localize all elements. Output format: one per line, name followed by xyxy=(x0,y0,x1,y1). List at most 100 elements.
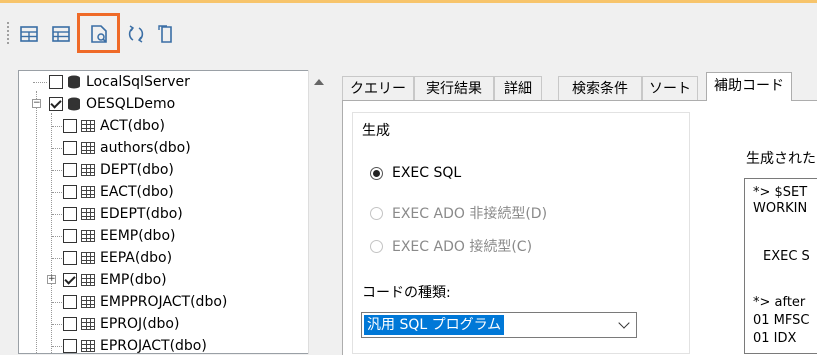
radio-exec-sql[interactable]: EXEC SQL xyxy=(370,163,461,183)
tree-line xyxy=(52,126,62,127)
tree-checkbox[interactable] xyxy=(63,207,77,221)
tree-checkbox[interactable] xyxy=(63,141,77,155)
tree-item-label: LocalSqlServer xyxy=(86,74,190,90)
toolbar-grip[interactable] xyxy=(6,21,10,45)
tab-query[interactable]: クエリー xyxy=(342,76,414,100)
database-icon xyxy=(68,75,80,89)
tree-item-label: EACT(dbo) xyxy=(100,184,174,200)
tab-search-conditions[interactable]: 検索条件 xyxy=(558,76,642,100)
tree-item-label: EMP(dbo) xyxy=(100,272,167,288)
tree-line xyxy=(51,113,52,353)
tree-item-label: DEPT(dbo) xyxy=(100,162,174,178)
tree-item-table[interactable]: EACT(dbo) xyxy=(52,181,174,203)
tree-item-localsqlserver[interactable]: LocalSqlServer xyxy=(33,71,190,93)
tree-checkbox[interactable] xyxy=(49,75,63,89)
expand-icon[interactable]: + xyxy=(47,275,56,284)
remove-connection-icon[interactable] xyxy=(50,23,72,45)
tree-checkbox[interactable] xyxy=(63,185,77,199)
chevron-down-icon[interactable] xyxy=(618,317,630,329)
table-icon xyxy=(81,318,95,330)
toolbar xyxy=(0,3,817,65)
tree-item-table[interactable]: EDEPT(dbo) xyxy=(52,203,183,225)
code-line: *> $SET xyxy=(753,185,808,200)
tree-item-oesqldemo[interactable]: − OESQLDemo xyxy=(32,93,175,115)
tree-checkbox[interactable] xyxy=(63,251,77,265)
radio-button[interactable] xyxy=(370,239,383,253)
tree-item-table[interactable]: EPROJACT(dbo) xyxy=(52,335,207,354)
tree-scrollbar[interactable] xyxy=(308,70,329,354)
tree-checkbox[interactable] xyxy=(63,339,77,353)
table-icon xyxy=(81,230,95,242)
code-kind-select[interactable]: 汎用 SQL プログラム xyxy=(361,312,637,338)
tree-line xyxy=(33,82,47,83)
tree-item-label: EPROJ(dbo) xyxy=(100,316,180,332)
tree-line xyxy=(52,148,62,149)
tree-line xyxy=(52,346,62,347)
code-kind-label: コードの種類: xyxy=(362,285,451,301)
tree-item-table[interactable]: + EMP(dbo) xyxy=(47,269,167,291)
tree-checkbox[interactable] xyxy=(63,317,77,331)
radio-exec-ado-disconnected[interactable]: EXEC ADO 非接続型(D) xyxy=(370,203,547,223)
code-line: WORKIN xyxy=(753,201,808,216)
scroll-up-arrow-icon[interactable] xyxy=(314,79,324,85)
tree-checkbox[interactable] xyxy=(63,229,77,243)
collapse-icon[interactable]: − xyxy=(32,99,41,108)
table-icon xyxy=(81,142,95,154)
table-icon xyxy=(81,120,95,132)
database-icon xyxy=(68,97,80,111)
tree-checkbox[interactable] xyxy=(63,273,77,287)
tab-sort[interactable]: ソート xyxy=(642,76,698,100)
tree-item-label: EDEPT(dbo) xyxy=(100,206,183,222)
tree-line xyxy=(36,91,37,353)
copy-icon[interactable] xyxy=(155,23,177,45)
tree-checkbox[interactable] xyxy=(63,119,77,133)
code-line: 01 MFSC xyxy=(753,313,810,328)
code-kind-value: 汎用 SQL プログラム xyxy=(364,315,505,335)
tree-checkbox[interactable] xyxy=(63,163,77,177)
tree-line xyxy=(52,324,62,325)
table-icon xyxy=(81,164,95,176)
tab-results[interactable]: 実行結果 xyxy=(414,76,494,100)
tree-item-label: EPROJACT(dbo) xyxy=(100,338,207,354)
table-icon xyxy=(81,274,95,286)
radio-label: EXEC ADO 接続型(C) xyxy=(392,239,533,255)
tree-line xyxy=(52,258,62,259)
tree-item-table[interactable]: DEPT(dbo) xyxy=(52,159,174,181)
radio-exec-ado-connected[interactable]: EXEC ADO 接続型(C) xyxy=(370,236,532,256)
table-icon xyxy=(81,340,95,352)
tree-item-table[interactable]: EEMP(dbo) xyxy=(52,225,176,247)
tree-item-label: EMPPROJACT(dbo) xyxy=(100,294,228,310)
generated-code-label: 生成された xyxy=(746,151,816,167)
table-icon xyxy=(81,252,95,264)
tree-item-table[interactable]: EMPPROJACT(dbo) xyxy=(52,291,228,313)
refresh-icon[interactable] xyxy=(125,23,147,45)
object-tree[interactable]: LocalSqlServer − OESQLDemo ACT(dbo) auth… xyxy=(18,70,328,354)
generated-code-box[interactable]: *> $SET WORKIN EXEC S *> after 01 MFSC 0… xyxy=(744,178,817,354)
radio-button[interactable] xyxy=(370,206,383,220)
radio-button[interactable] xyxy=(370,166,383,180)
tab-details[interactable]: 詳細 xyxy=(494,76,542,100)
code-line: EXEC S xyxy=(763,249,810,264)
highlight-box xyxy=(77,13,120,53)
tree-item-table[interactable]: authors(dbo) xyxy=(52,137,191,159)
tree-line xyxy=(52,236,62,237)
tree-line xyxy=(52,302,62,303)
tree-line xyxy=(52,214,62,215)
table-icon xyxy=(81,208,95,220)
tree-item-label: authors(dbo) xyxy=(100,140,191,156)
tree-item-table[interactable]: EEPA(dbo) xyxy=(52,247,173,269)
tree-item-label: ACT(dbo) xyxy=(100,118,165,134)
radio-label: EXEC SQL xyxy=(392,165,462,181)
tree-checkbox[interactable] xyxy=(63,295,77,309)
tree-checkbox[interactable] xyxy=(49,97,63,111)
tree-item-table[interactable]: ACT(dbo) xyxy=(52,115,165,137)
generate-group-title: 生成 xyxy=(362,123,390,139)
tree-item-label: EEMP(dbo) xyxy=(100,228,176,244)
tree-item-label: EEPA(dbo) xyxy=(100,250,173,266)
tab-auxiliary-code[interactable]: 補助コード xyxy=(706,72,792,101)
table-icon xyxy=(81,186,95,198)
tree-line xyxy=(52,192,62,193)
tree-item-table[interactable]: EPROJ(dbo) xyxy=(52,313,180,335)
add-connection-icon[interactable] xyxy=(18,23,40,45)
code-line: *> after xyxy=(753,295,806,310)
